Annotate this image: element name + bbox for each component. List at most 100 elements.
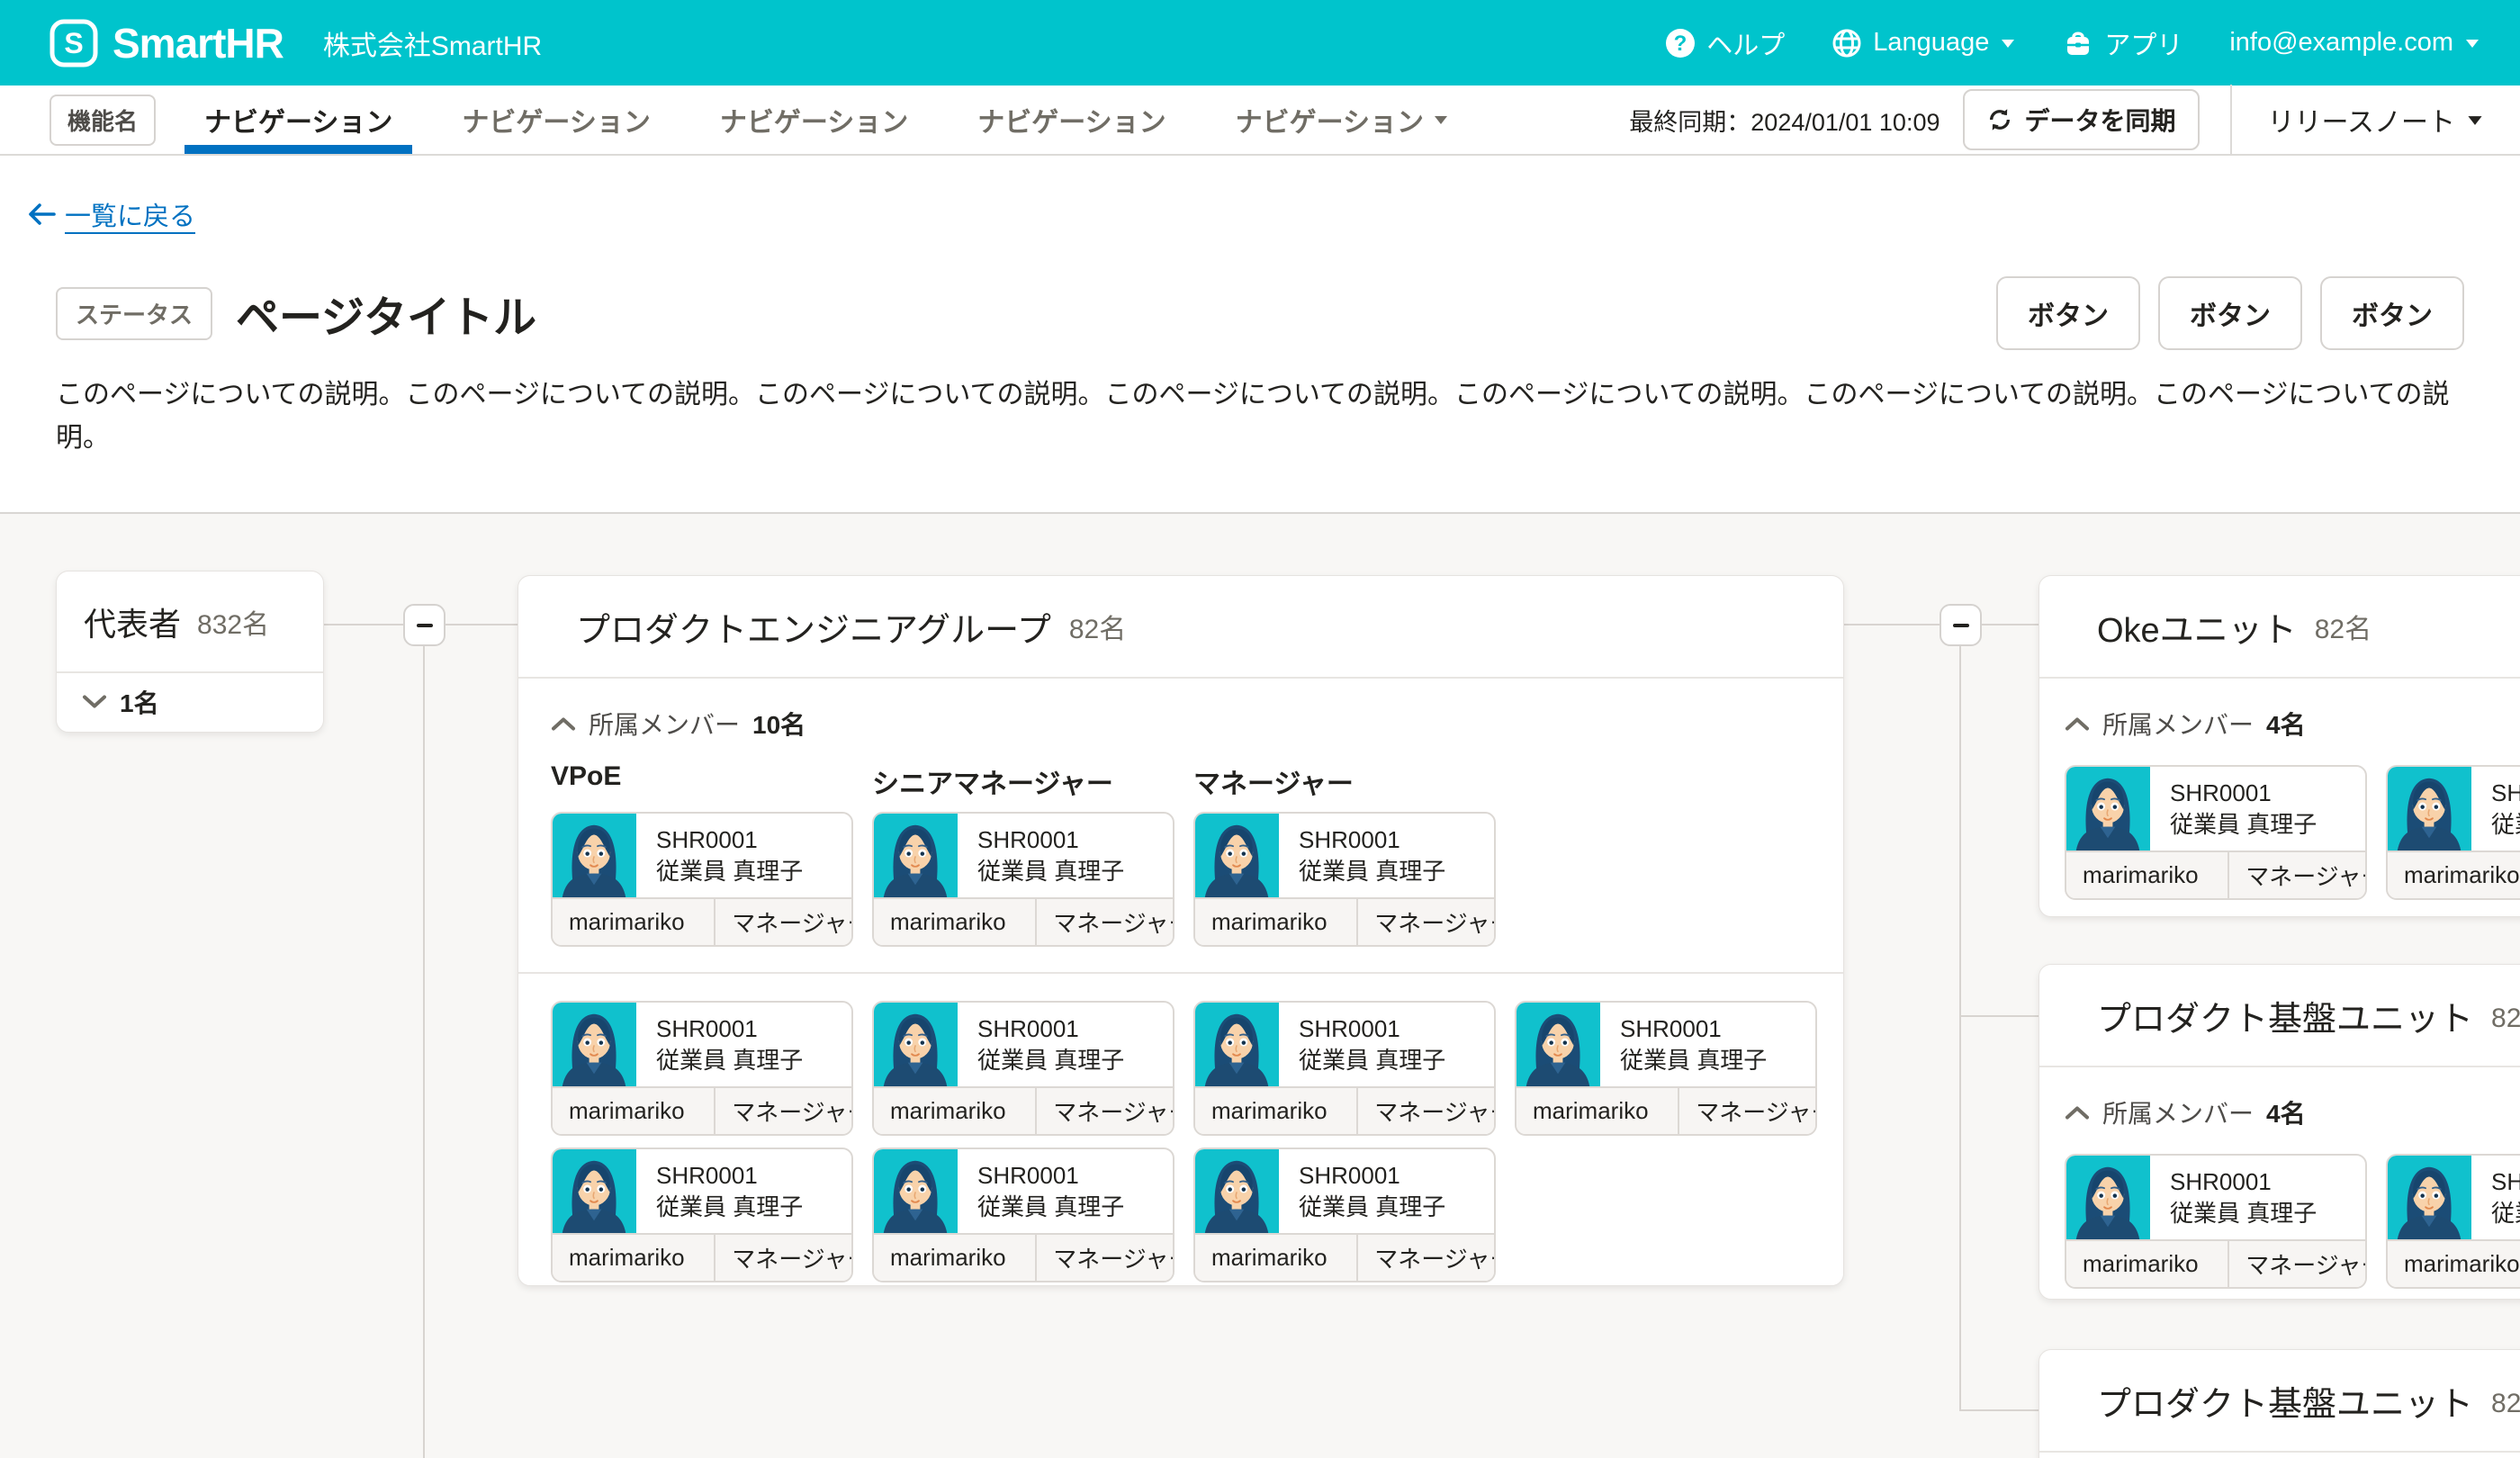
members-toggle[interactable]: 所属メンバー 4名 [2065,706,2520,742]
employee-card-footer: marimariko マネージャー [2066,1239,2365,1287]
employee-username: marimariko [1516,1088,1678,1134]
role-heading: マネージャー [1193,761,1496,801]
collapse-button[interactable] [1940,604,1982,646]
employee-role: マネージャー [714,1235,851,1281]
nav-tab-5[interactable]: ナビゲーション [1216,86,1469,154]
employee-card[interactable]: SHR0001 従業員 真理子 marimariko マネージャー [1193,1148,1496,1282]
employee-card[interactable]: SHR0001 従業員 真理子 marimariko マネージャー [2386,765,2520,900]
account-menu[interactable]: info@example.com [2229,28,2480,58]
status-badge: ステータス [56,287,212,340]
employee-name: 従業員 真理子 [2170,809,2317,841]
employee-card-top: SHR0001 従業員 真理子 [874,1003,1173,1086]
employee-row: SHR0001 従業員 真理子 marimariko マネージャー [551,1148,1811,1282]
employee-role: マネージャー [2228,852,2365,898]
employee-role: マネージャー [1356,1088,1494,1134]
employee-role: マネージャー [2228,1241,2365,1287]
employee-card[interactable]: SHR0001 従業員 真理子 marimariko マネージャー [551,812,853,947]
sync-data-label: データを同期 [2024,102,2175,138]
employee-card-footer: marimariko マネージャー [1195,897,1494,945]
employee-card-footer: marimariko マネージャー [2066,850,2365,898]
employee-card-top: SHR0001 従業員 真理子 [2066,1156,2365,1239]
members-toggle[interactable]: 所属メンバー 4名 [2065,1094,2520,1130]
page-description: このページについての説明。このページについての説明。このページについての説明。こ… [56,374,2464,460]
language-menu[interactable]: Language [1832,28,2016,58]
employee-username: marimariko [874,899,1035,945]
connector-line [1844,624,1940,626]
employee-card-top: SHR0001 従業員 真理子 [2388,1156,2520,1239]
chevron-down-icon [1433,114,1449,125]
org-node-side-group-1: Okeユニット 82名 所属メンバー 4名 [2038,575,2520,917]
collapse-button[interactable] [403,604,446,646]
employee-card[interactable]: SHR0001 従業員 真理子 marimariko マネージャー [2065,1154,2367,1289]
employee-card[interactable]: SHR0001 従業員 真理子 marimariko マネージャー [1515,1001,1817,1136]
sync-data-button[interactable]: データを同期 [1963,89,2199,150]
employee-card-top: SHR0001 従業員 真理子 [1195,814,1494,897]
employee-avatar [553,1003,636,1086]
page-title-row: ステータス ページタイトル ボタン ボタン ボタン [56,276,2464,350]
connector-line [1959,646,1961,1411]
employee-role: マネージャー [1356,1235,1494,1281]
employee-card[interactable]: SHR0001 従業員 真理子 marimariko マネージャー [551,1148,853,1282]
members-label: 所属メンバー [2102,706,2254,742]
employee-card[interactable]: SHR0001 従業員 真理子 marimariko マネージャー [2386,1154,2520,1289]
release-notes-menu[interactable]: リリースノート [2232,100,2520,140]
employee-avatar [553,814,636,897]
employee-card-footer: marimariko マネージャー [874,897,1173,945]
page-head: 一覧に戻る ステータス ページタイトル ボタン ボタン ボタン このページについ… [0,156,2520,514]
employee-name: 従業員 真理子 [2491,809,2520,841]
employee-username: marimariko [1195,1088,1356,1134]
chevron-up-icon [2065,1105,2090,1120]
employee-name: 従業員 真理子 [656,1192,803,1223]
page-action-button-2[interactable]: ボタン [2158,276,2302,350]
group-count: 82名 [1069,607,1126,646]
apps-menu[interactable]: アプリ [2063,24,2182,62]
employee-card[interactable]: SHR0001 従業員 真理子 marimariko マネージャー [1193,812,1496,947]
back-to-list-link[interactable]: 一覧に戻る [27,195,195,233]
employee-card-footer: marimariko マネージャー [874,1233,1173,1281]
group-count: 82名 [2491,1381,2520,1420]
help-link[interactable]: ? ヘルプ [1665,24,1785,62]
nav-tab-2[interactable]: ナビゲーション [442,86,670,154]
smarthr-logo[interactable]: S SmartHR [50,19,284,68]
members-count: 10名 [752,706,806,742]
employee-card[interactable]: SHR0001 従業員 真理子 marimariko マネージャー [872,812,1174,947]
org-chart-canvas: 代表者 832名 1名 プロダクトエンジニアグループ 82名 所属メンバー 10… [0,514,2520,1458]
employee-card[interactable]: SHR0001 従業員 真理子 marimariko マネージャー [551,1001,853,1136]
feature-name-badge: 機能名 [50,94,156,146]
org-node-root[interactable]: 代表者 832名 1名 [56,571,324,733]
employee-card[interactable]: SHR0001 従業員 真理子 marimariko マネージャー [1193,1001,1496,1136]
help-icon: ? [1665,28,1696,58]
employee-row: SHR0001 従業員 真理子 marimariko マネージャー [2065,1154,2520,1289]
employee-card-top: SHR0001 従業員 真理子 [553,1149,851,1233]
employee-avatar [2066,1156,2150,1239]
employee-card[interactable]: SHR0001 従業員 真理子 marimariko マネージャー [872,1148,1174,1282]
employee-card-top: SHR0001 従業員 真理子 [553,1003,851,1086]
minus-icon [417,624,433,627]
members-toggle[interactable]: 所属メンバー 10名 [551,706,1811,742]
page-action-button-3[interactable]: ボタン [2320,276,2464,350]
help-label: ヘルプ [1706,24,1785,62]
employee-name: 従業員 真理子 [1299,1192,1445,1223]
employee-card-footer: marimariko マネージャー [2388,850,2520,898]
employee-card[interactable]: SHR0001 従業員 真理子 marimariko マネージャー [2065,765,2367,900]
nav-tab-3[interactable]: ナビゲーション [700,86,928,154]
employee-card-top: SHR0001 従業員 真理子 [1195,1149,1494,1233]
connector-line [423,646,425,1458]
employee-avatar [1195,1149,1279,1233]
employee-card[interactable]: SHR0001 従業員 真理子 marimariko マネージャー [872,1001,1174,1136]
employee-name: 従業員 真理子 [656,1045,803,1076]
employee-role: マネージャー [714,899,851,945]
employee-row: SHR0001 従業員 真理子 marimariko マネージャー [551,812,1811,947]
page-action-button-1[interactable]: ボタン [1996,276,2140,350]
root-expander[interactable]: 1名 [57,673,323,730]
nav-tab-4[interactable]: ナビゲーション [958,86,1185,154]
role-headings: VPoE シニアマネージャー マネージャー [551,761,1811,801]
employee-name: 従業員 真理子 [1299,1045,1445,1076]
language-label: Language [1873,28,1989,58]
employee-avatar [1195,1003,1279,1086]
employee-role: マネージャー [714,1088,851,1134]
employee-username: marimariko [2388,852,2520,898]
nav-tab-1[interactable]: ナビゲーション [184,86,412,154]
employee-card-footer: marimariko マネージャー [2388,1239,2520,1287]
employee-name: 従業員 真理子 [977,1192,1124,1223]
